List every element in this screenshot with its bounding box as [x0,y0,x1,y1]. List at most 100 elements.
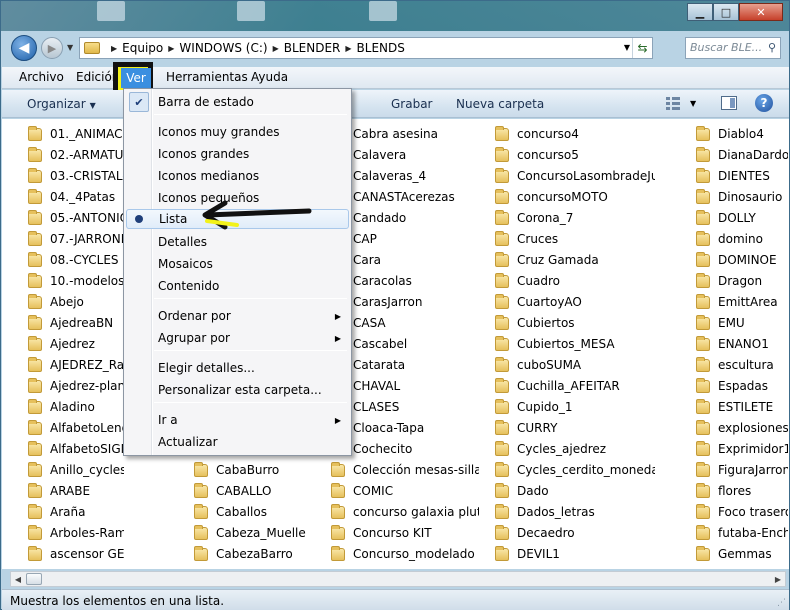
folder-item[interactable]: Cupido_1 [495,397,655,417]
folder-item[interactable]: Aladino [28,397,124,417]
breadcrumb-equipo[interactable]: Equipo [122,41,163,55]
menu-ayuda[interactable]: Ayuda [251,70,288,84]
folder-item[interactable]: DIENTES [696,166,788,186]
folder-item[interactable]: Cycles_cerdito_monedas [495,460,655,480]
folder-item[interactable]: CuartoyAO [495,292,655,312]
folder-item[interactable]: AjedreaBN [28,313,124,333]
view-menu-item[interactable]: Iconos medianos [126,166,349,186]
view-menu-item[interactable]: Iconos grandes [126,144,349,164]
folder-item[interactable]: Cara [331,250,479,270]
folder-item[interactable]: Catarata [331,355,479,375]
view-menu-item[interactable]: Detalles [126,232,349,252]
folder-item[interactable]: DOMINOE [696,250,788,270]
chevron-right-icon[interactable]: ▶ [345,44,351,53]
folder-item[interactable]: DEVIL1 [495,544,655,564]
folder-item[interactable]: Concurso_modelado [331,544,479,564]
folder-item[interactable]: concurso4 [495,124,655,144]
folder-item[interactable]: Diablo4 [696,124,788,144]
folder-item[interactable]: Dados_letras [495,502,655,522]
folder-item[interactable]: Cochecito [331,439,479,459]
view-menu-item[interactable]: Ordenar por ▶ [126,306,349,326]
minimize-button[interactable]: ▁ [687,3,713,21]
folder-item[interactable]: flores [696,481,788,501]
folder-item[interactable]: 07.-JARRONES [28,229,124,249]
view-options-icon[interactable] [665,96,681,113]
search-input[interactable]: Buscar BLE... ⚲ [685,37,781,59]
view-menu-item[interactable]: Iconos muy grandes [126,122,349,142]
folder-item[interactable]: Candado [331,208,479,228]
folder-item[interactable]: Arboles-Ramas [28,523,124,543]
view-dropdown-icon[interactable]: ▼ [690,99,696,108]
folder-item[interactable]: ESTILETE [696,397,788,417]
folder-item[interactable]: Gemmas [696,544,788,564]
breadcrumb-blends[interactable]: BLENDS [357,41,405,55]
menu-herramientas[interactable]: Herramientas [166,70,248,84]
view-menu-item[interactable]: Elegir detalles... [126,358,349,378]
menu-ver[interactable]: Ver [121,68,151,88]
folder-item[interactable]: ascensor GE [28,544,124,564]
record-button[interactable]: Grabar [391,97,433,111]
folder-item[interactable]: Cubiertos_MESA [495,334,655,354]
forward-button[interactable]: ▶ [41,37,63,59]
folder-item[interactable]: Cuchilla_AFEITAR [495,376,655,396]
search-icon[interactable]: ⚲ [768,41,776,54]
folder-item[interactable]: 02.-ARMATURI [28,145,124,165]
folder-item[interactable]: Cloaca-Tapa [331,418,479,438]
folder-item[interactable]: EmittArea [696,292,788,312]
folder-item[interactable]: Cycles_ajedrez [495,439,655,459]
view-menu-item[interactable]: Actualizar [126,432,349,452]
folder-item[interactable]: concurso galaxia pluton [331,502,479,522]
folder-item[interactable]: Calaveras_4 [331,166,479,186]
folder-item[interactable]: CABALLO [194,481,344,501]
chevron-right-icon[interactable]: ▶ [273,44,279,53]
folder-item[interactable]: Calavera [331,145,479,165]
help-icon[interactable]: ? [755,94,773,112]
folder-item[interactable]: domino [696,229,788,249]
folder-item[interactable]: FiguraJarroncit [696,460,788,480]
folder-item[interactable]: AlfabetoLengu [28,418,124,438]
folder-item[interactable]: Cascabel [331,334,479,354]
folder-item[interactable]: futaba-Enchuf [696,523,788,543]
folder-item[interactable]: Abejo [28,292,124,312]
recent-pages-dropdown[interactable]: ▼ [67,43,73,52]
folder-item[interactable]: concurso5 [495,145,655,165]
chevron-right-icon[interactable]: ▶ [111,44,117,53]
view-menu-item[interactable]: Mosaicos [126,254,349,274]
breadcrumb-windows-c[interactable]: WINDOWS (C:) [179,41,267,55]
folder-item[interactable]: Cabeza_Muelle [194,523,344,543]
scrollbar-thumb[interactable] [26,573,42,585]
folder-item[interactable]: Cuadro [495,271,655,291]
folder-item[interactable]: ARABE [28,481,124,501]
folder-item[interactable]: Dado [495,481,655,501]
folder-item[interactable]: Cruces [495,229,655,249]
view-menu-item[interactable]: Contenido [126,276,349,296]
folder-item[interactable]: Cubiertos [495,313,655,333]
folder-item[interactable]: Espadas [696,376,788,396]
chevron-right-icon[interactable]: ▶ [168,44,174,53]
folder-item[interactable]: AJEDREZ_Ra [28,355,124,375]
folder-item[interactable]: EMU [696,313,788,333]
folder-item[interactable]: CLASES [331,397,479,417]
folder-item[interactable]: Caballos [194,502,344,522]
folder-item[interactable]: CabezaBarro [194,544,344,564]
folder-item[interactable]: Caracolas [331,271,479,291]
view-menu-item[interactable]: Ir a ▶ [126,410,349,430]
breadcrumb-blender[interactable]: BLENDER [284,41,341,55]
folder-item[interactable]: Anillo_cycles [28,460,124,480]
folder-item[interactable]: Foco trasero [696,502,788,522]
folder-item[interactable]: CarasJarron [331,292,479,312]
folder-item[interactable]: Araña [28,502,124,522]
folder-item[interactable]: CHAVAL [331,376,479,396]
folder-item[interactable]: Exprimidor1 [696,439,788,459]
folder-item[interactable]: DianaDardos [696,145,788,165]
folder-item[interactable]: 04._4Patas [28,187,124,207]
refresh-icon[interactable]: ⇆ [632,38,652,58]
folder-item[interactable]: Dragon [696,271,788,291]
view-menu-item[interactable]: Agrupar por ▶ [126,328,349,348]
folder-item[interactable]: Dinosaurio [696,187,788,207]
folder-item[interactable]: 05.-ANTONIOS [28,208,124,228]
folder-item[interactable]: Corona_7 [495,208,655,228]
horizontal-scrollbar[interactable]: ◀ ▶ [10,571,786,587]
folder-item[interactable]: ConcursoLasombradeJusticia [495,166,655,186]
resize-grip-icon[interactable]: ⋰ [777,598,786,608]
